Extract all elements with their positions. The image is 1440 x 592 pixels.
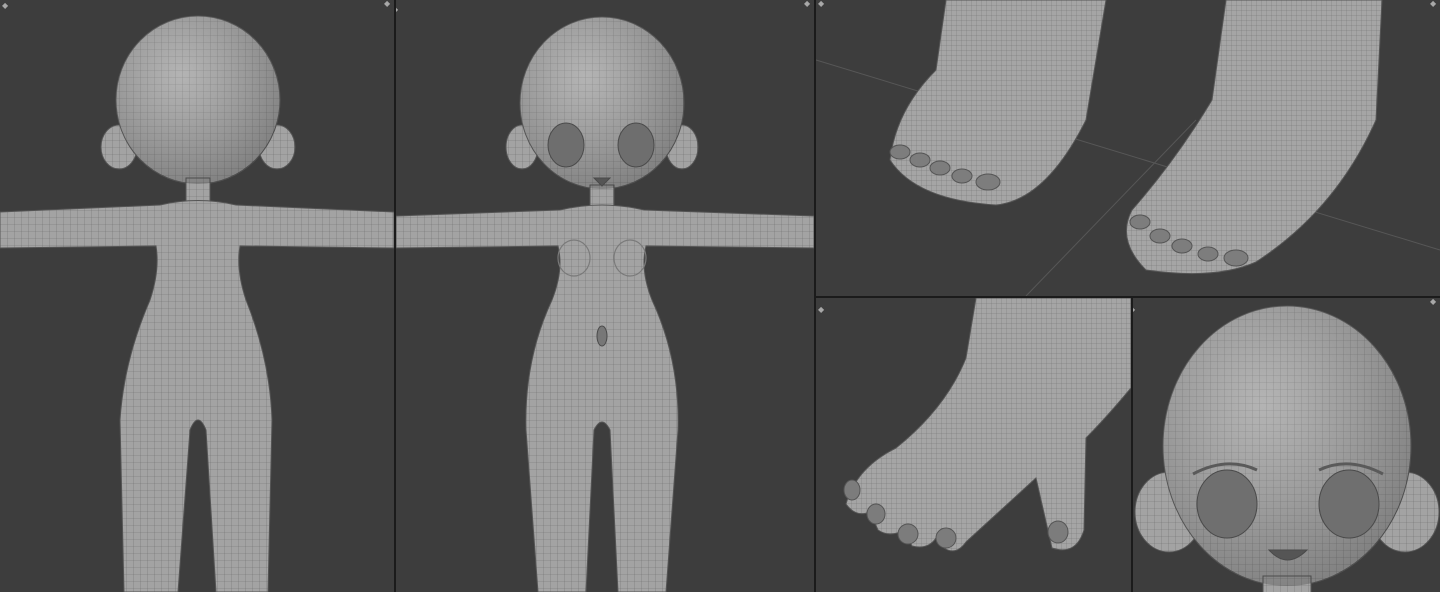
viewport-feet-closeup[interactable]: ◆ ◆ bbox=[816, 0, 1440, 296]
viewport-hand-closeup[interactable]: ◆ ◆ bbox=[816, 298, 1131, 592]
viewport-head-closeup[interactable]: ◆ ◆ bbox=[1133, 298, 1440, 592]
feet-mesh bbox=[816, 0, 1440, 296]
viewport-back[interactable]: ◆ ◆ bbox=[0, 0, 394, 592]
head-mesh bbox=[1134, 305, 1440, 592]
viewport-front[interactable]: ◆ ◆ bbox=[396, 0, 814, 592]
hand-mesh bbox=[843, 298, 1131, 552]
character-mesh-front bbox=[396, 16, 814, 592]
character-mesh-back bbox=[0, 15, 394, 592]
